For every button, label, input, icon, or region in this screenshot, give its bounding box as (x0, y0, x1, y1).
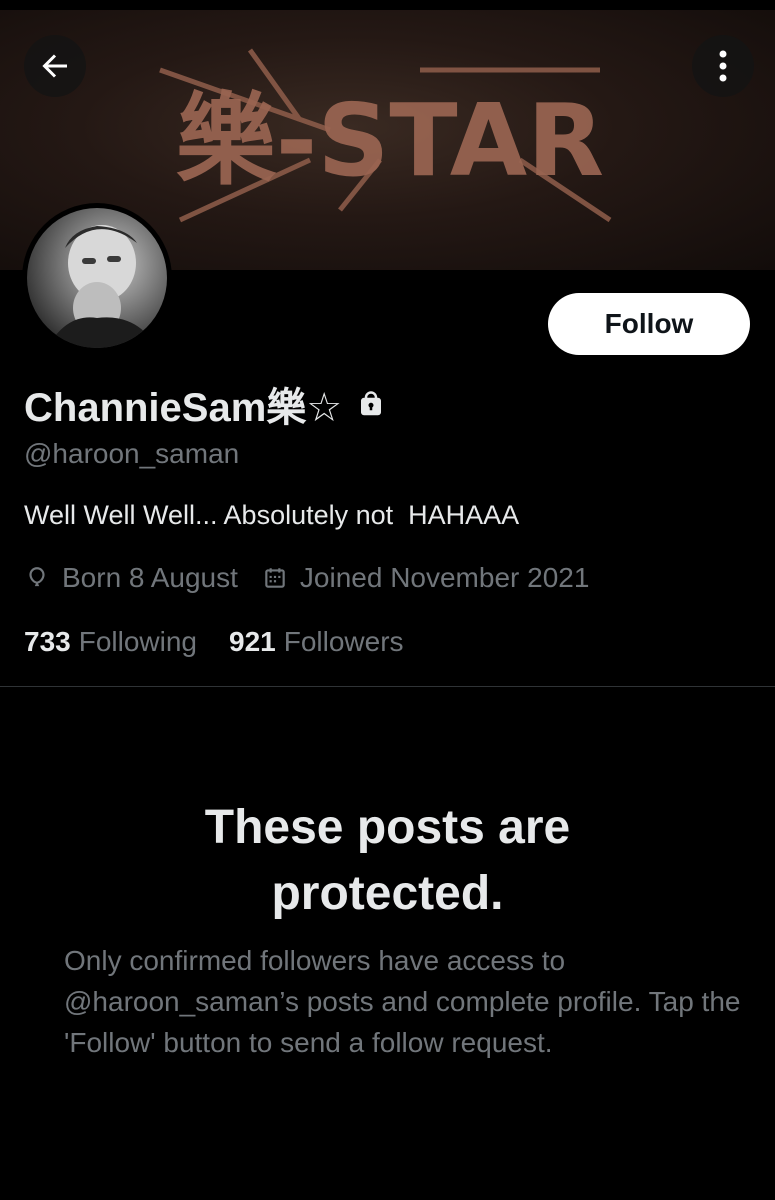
birthday-item: Born 8 August (24, 562, 238, 594)
banner-logo-text: 樂-STAR (176, 82, 604, 199)
birthday-text: Born 8 August (62, 562, 238, 593)
avatar[interactable] (22, 203, 172, 353)
display-name-text: ChannieSam樂☆ (24, 386, 343, 430)
followers-link[interactable]: 921 Followers (229, 626, 404, 658)
profile-bio: Well Well Well... Absolutely not HAHAAA (24, 500, 520, 530)
arrow-left-icon (42, 54, 67, 78)
protected-message: Only confirmed followers have access to … (64, 945, 741, 1058)
more-vertical-icon (719, 50, 727, 82)
follow-button[interactable]: Follow (548, 293, 750, 355)
balloon-icon (29, 567, 45, 587)
joined-text: Joined November 2021 (299, 562, 590, 593)
calendar-icon (265, 568, 285, 588)
profile-meta: Born 8 August Joined November 2021 (24, 562, 589, 594)
profile-display-name: ChannieSam樂☆ (24, 375, 386, 433)
profile-stats: 733 Following 921 Followers (24, 626, 404, 658)
protected-title: These posts are protected. (204, 801, 571, 920)
back-button[interactable] (24, 35, 86, 97)
section-divider (0, 686, 775, 687)
avatar-image (27, 208, 167, 348)
followers-label: Followers (283, 626, 404, 657)
following-label: Following (78, 626, 197, 657)
lock-icon (356, 389, 386, 419)
profile-handle: @haroon_saman (24, 438, 240, 469)
status-bar (0, 0, 775, 10)
following-count: 733 (24, 626, 71, 657)
followers-count: 921 (229, 626, 276, 657)
more-options-button[interactable] (692, 35, 754, 97)
following-link[interactable]: 733 Following (24, 626, 197, 658)
joined-item: Joined November 2021 (262, 562, 590, 594)
